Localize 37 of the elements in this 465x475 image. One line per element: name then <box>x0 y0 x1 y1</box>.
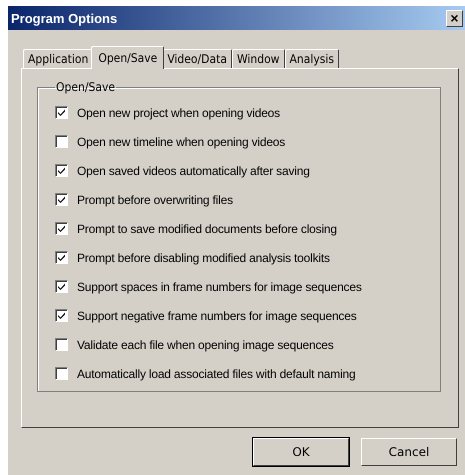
cancel-button[interactable]: Cancel <box>361 438 457 466</box>
checkbox[interactable] <box>55 280 68 293</box>
checkbox-label[interactable]: Open new project when opening videos <box>77 106 280 120</box>
check-icon <box>57 195 66 204</box>
checkbox-label[interactable]: Validate each file when opening image sequences <box>77 338 334 352</box>
check-icon <box>57 166 66 175</box>
group-title: Open/Save <box>55 80 116 94</box>
checkbox[interactable] <box>55 309 68 322</box>
checkbox[interactable] <box>55 193 68 206</box>
checkbox-label[interactable]: Open new timeline when opening videos <box>77 134 286 148</box>
checkbox[interactable] <box>55 106 68 119</box>
check-icon <box>57 282 66 291</box>
check-icon <box>57 108 66 117</box>
checkbox[interactable] <box>55 338 68 351</box>
check-icon <box>57 224 66 233</box>
checkbox-label[interactable]: Open saved videos automatically after saving <box>77 164 310 178</box>
checkbox-label[interactable]: Support spaces in frame numbers for image sequences <box>77 280 362 294</box>
check-icon <box>57 311 66 320</box>
checkbox[interactable] <box>55 367 68 380</box>
checkbox-label[interactable]: Prompt before disabling modified analysis toolkits <box>77 250 330 264</box>
checkbox-label[interactable]: Prompt before overwriting files <box>77 192 233 206</box>
close-button[interactable]: × <box>446 10 463 26</box>
checkbox[interactable] <box>55 251 68 264</box>
tab[interactable]: Video/Data <box>162 49 232 68</box>
checkbox[interactable] <box>55 135 68 148</box>
tab[interactable]: Open/Save <box>91 46 164 69</box>
checkbox[interactable] <box>55 164 68 177</box>
tab[interactable]: Application <box>23 49 94 68</box>
check-icon <box>57 253 66 262</box>
checkbox[interactable] <box>55 222 68 235</box>
ok-button[interactable]: OK <box>253 438 349 466</box>
window-title: Program Options <box>11 10 118 26</box>
checkbox-label[interactable]: Support negative frame numbers for image sequences <box>77 308 356 322</box>
tab[interactable]: Window <box>232 49 284 68</box>
checkbox-label[interactable]: Prompt to save modified documents before closing <box>77 222 337 236</box>
checkbox-label[interactable]: Automatically load associated files with default naming <box>77 366 356 380</box>
tab[interactable]: Analysis <box>284 49 339 68</box>
